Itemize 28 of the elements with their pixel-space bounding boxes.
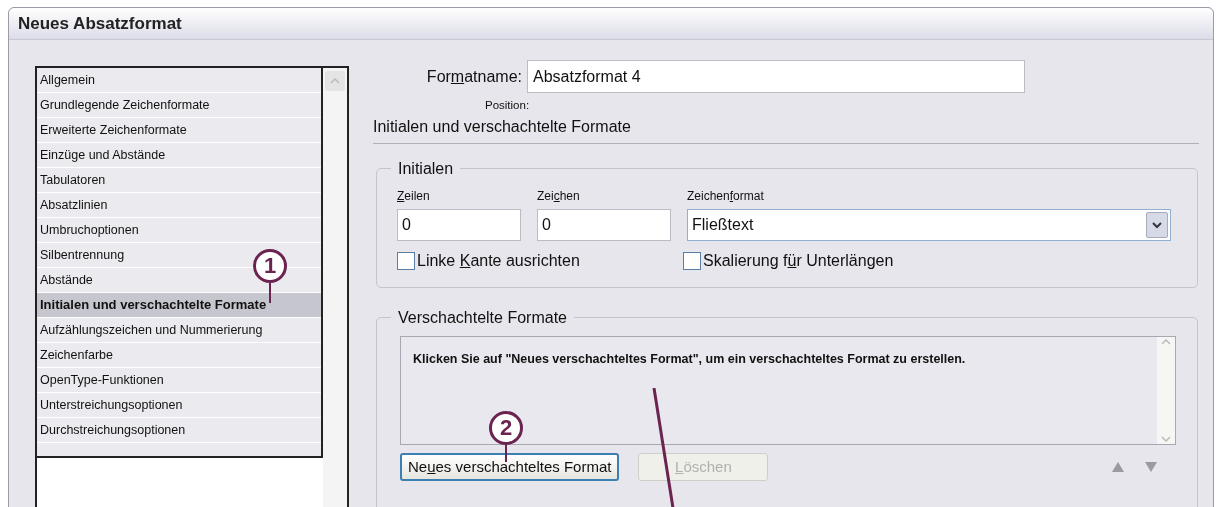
new-nested-style-button[interactable]: Neues verschachteltes Format xyxy=(400,453,620,482)
field-label: Zeilen xyxy=(397,188,431,206)
checkbox-label: Skalierung für Unterlängen xyxy=(703,251,894,272)
scrollbar[interactable] xyxy=(323,68,347,507)
category-item[interactable]: Initialen und verschachtelte Formate xyxy=(37,293,321,318)
character-style-select[interactable]: Fließtext xyxy=(687,209,1171,242)
chevron-down-icon xyxy=(1152,221,1162,229)
field-label: Zeichenformat xyxy=(687,188,765,206)
scroll-up-button[interactable] xyxy=(325,71,345,91)
window-title: Neues Absatzformat xyxy=(18,12,182,35)
scrollbar[interactable] xyxy=(1157,337,1175,445)
leader-line xyxy=(505,445,507,462)
format-name-field[interactable]: Absatzformat 4 xyxy=(527,60,1025,93)
info-message: Klicken Sie auf "Neues verschachteltes Format", um ein verschachteltes Format zu erstellen. xyxy=(413,352,966,367)
checkbox-label: Linke Kante ausrichten xyxy=(417,251,580,272)
field-label: Zeichen xyxy=(537,188,581,206)
position-label: Position: xyxy=(485,98,531,113)
dropdown-button[interactable] xyxy=(1146,212,1168,239)
number-field[interactable]: 0 xyxy=(537,209,671,242)
leader-line xyxy=(269,283,271,303)
caret-up-icon xyxy=(330,78,340,84)
caret-down-icon xyxy=(1161,436,1171,443)
section-title: Initialen und verschachtelte Formate xyxy=(373,117,632,138)
caret-up-icon xyxy=(1161,339,1171,346)
checkbox[interactable] xyxy=(683,252,701,271)
checkbox[interactable] xyxy=(397,252,415,271)
number-field[interactable]: 0 xyxy=(397,209,521,242)
format-name-label: Formatname: xyxy=(425,66,522,87)
